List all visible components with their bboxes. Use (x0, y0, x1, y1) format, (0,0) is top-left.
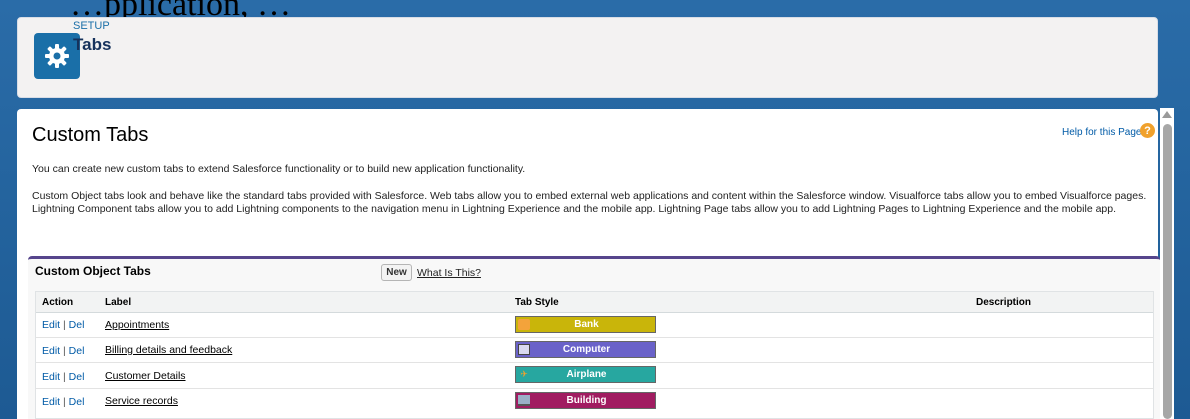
tab-style-swatch: Computer (515, 341, 656, 358)
scrollbar-thumb[interactable] (1163, 124, 1172, 419)
tab-label-link[interactable]: Billing details and feedback (105, 344, 232, 356)
page-title: Custom Tabs (32, 124, 149, 146)
new-button[interactable]: New (381, 264, 412, 281)
help-link[interactable]: Help for this Page (1062, 127, 1142, 138)
table-row-actions: Edit | Del (42, 319, 84, 331)
table-row-actions: Edit | Del (42, 345, 84, 357)
action-separator: | (60, 345, 69, 357)
del-link[interactable]: Del (69, 371, 85, 383)
page-header-title: Tabs (73, 35, 112, 54)
del-link[interactable]: Del (69, 319, 85, 331)
breadcrumb-setup[interactable]: SETUP (73, 20, 110, 32)
column-header-tab-style: Tab Style (515, 297, 559, 308)
tab-style-name: Building (566, 395, 607, 406)
edit-link[interactable]: Edit (42, 345, 60, 357)
tab-label-link[interactable]: Appointments (105, 319, 169, 331)
intro-text: You can create new custom tabs to extend… (32, 163, 526, 175)
tab-style-swatch: ✈ Airplane (515, 366, 656, 383)
tab-style-swatch: Bank (515, 316, 656, 333)
del-link[interactable]: Del (69, 396, 85, 408)
row-divider (36, 337, 1153, 338)
action-separator: | (60, 319, 69, 331)
row-divider (36, 388, 1153, 389)
column-header-label: Label (105, 297, 132, 308)
tab-style-name: Computer (562, 344, 611, 355)
column-header-action: Action (42, 297, 74, 308)
help-question-icon[interactable]: ? (1140, 123, 1155, 138)
tab-label-link[interactable]: Customer Details (105, 370, 186, 382)
scroll-up-arrow-icon[interactable] (1162, 111, 1172, 118)
description-text: Custom Object tabs look and behave like … (32, 190, 1147, 215)
section-title: Custom Object Tabs (35, 264, 151, 278)
column-header-description: Description (976, 297, 1032, 308)
tab-style-name: Airplane (566, 369, 607, 380)
edit-link[interactable]: Edit (42, 396, 60, 408)
edit-link[interactable]: Edit (42, 319, 60, 331)
what-is-this-link[interactable]: What Is This? (417, 267, 481, 279)
del-link[interactable]: Del (69, 345, 85, 357)
tab-label-link[interactable]: Service records (105, 395, 178, 407)
tab-style-swatch: Building (515, 392, 656, 409)
table-row-actions: Edit | Del (42, 371, 84, 383)
table-row-actions: Edit | Del (42, 396, 84, 408)
action-separator: | (60, 396, 69, 408)
action-separator: | (60, 371, 69, 383)
tab-style-name: Bank (574, 319, 599, 330)
row-divider (36, 362, 1153, 363)
setup-header (17, 17, 1158, 98)
edit-link[interactable]: Edit (42, 371, 60, 383)
